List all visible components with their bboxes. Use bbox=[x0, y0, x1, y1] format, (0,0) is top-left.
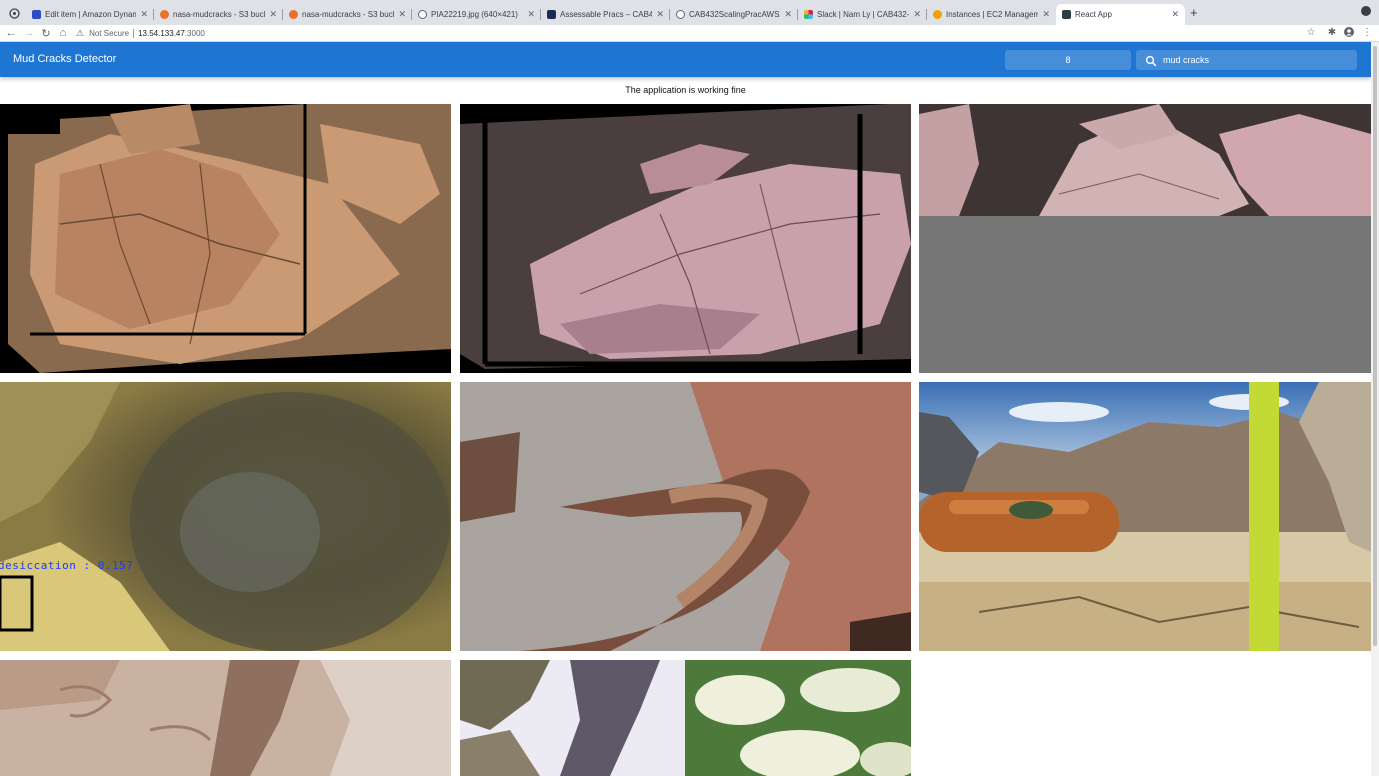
browser-toolbar: ← → ↻ ⌂ ⚠ Not Secure 13.54.133.47:3000 ☆… bbox=[0, 25, 1379, 42]
close-tab-icon[interactable]: ✕ bbox=[656, 9, 664, 20]
new-tab-button[interactable]: + bbox=[1190, 5, 1198, 20]
search-input[interactable] bbox=[1163, 55, 1343, 65]
browser-tab[interactable]: Slack | Nam Ly | CAB432-2021 ✕ bbox=[798, 4, 927, 25]
image-count-input[interactable] bbox=[1005, 50, 1131, 70]
detection-caption: desiccation : 0.157 bbox=[0, 559, 134, 572]
extensions-puzzle-icon[interactable]: ✱ bbox=[1326, 27, 1338, 38]
address-bar[interactable]: ⚠ Not Secure 13.54.133.47:3000 bbox=[76, 26, 1316, 41]
profile-avatar-icon[interactable] bbox=[1343, 27, 1355, 40]
warning-icon[interactable]: ⚠ bbox=[76, 28, 84, 39]
bookmark-star-icon[interactable]: ☆ bbox=[1305, 27, 1317, 38]
close-tab-icon[interactable]: ✕ bbox=[398, 9, 406, 20]
browser-tab[interactable]: Instances | EC2 Management C ✕ bbox=[927, 4, 1056, 25]
kebab-menu-icon[interactable]: ⋮ bbox=[1361, 27, 1373, 38]
page-scrollbar[interactable] bbox=[1371, 42, 1379, 776]
slack-icon bbox=[804, 10, 813, 19]
close-tab-icon[interactable]: ✕ bbox=[784, 9, 792, 20]
globe-icon bbox=[418, 10, 427, 19]
mudcrack-image-3[interactable] bbox=[919, 104, 1371, 373]
forward-arrow-icon[interactable]: → bbox=[22, 27, 36, 39]
home-icon[interactable]: ⌂ bbox=[56, 27, 70, 39]
search-icon bbox=[1145, 54, 1157, 67]
desiccation-detection-image[interactable]: desiccation : 0.157 bbox=[0, 382, 451, 651]
mars-terrain-image[interactable] bbox=[0, 660, 451, 776]
browser-tab-active[interactable]: React App ✕ bbox=[1056, 4, 1185, 25]
pinned-tab-icon[interactable] bbox=[6, 5, 22, 21]
close-tab-icon[interactable]: ✕ bbox=[1171, 9, 1179, 20]
browser-menu-icon[interactable] bbox=[1361, 6, 1371, 16]
search-field[interactable] bbox=[1136, 50, 1357, 70]
field-mudcrack-photo[interactable] bbox=[919, 382, 1371, 651]
close-tab-icon[interactable]: ✕ bbox=[140, 9, 148, 20]
ec2-icon bbox=[933, 10, 942, 19]
reload-icon[interactable]: ↻ bbox=[39, 27, 53, 40]
s3-icon bbox=[289, 10, 298, 19]
browser-tab[interactable]: Edit item | Amazon DynamoDB ✕ bbox=[26, 4, 154, 25]
canvas-icon bbox=[547, 10, 556, 19]
dynamodb-icon bbox=[32, 10, 41, 19]
browser-tab[interactable]: Assessable Pracs – CAB432_2 ✕ bbox=[541, 4, 670, 25]
back-arrow-icon[interactable]: ← bbox=[4, 27, 18, 39]
close-tab-icon[interactable]: ✕ bbox=[913, 9, 921, 20]
browser-tab[interactable]: nasa-mudcracks - S3 bucket ✕ bbox=[283, 4, 412, 25]
react-icon bbox=[1062, 10, 1071, 19]
browser-tab-strip: Edit item | Amazon DynamoDB ✕ nasa-mudcr… bbox=[0, 0, 1379, 25]
close-tab-icon[interactable]: ✕ bbox=[1042, 9, 1050, 20]
browser-tab[interactable]: nasa-mudcracks - S3 bucket ✕ bbox=[154, 4, 283, 25]
close-tab-icon[interactable]: ✕ bbox=[527, 9, 535, 20]
mudcrack-image-1[interactable] bbox=[0, 104, 451, 373]
globe-icon bbox=[676, 10, 685, 19]
close-tab-icon[interactable]: ✕ bbox=[269, 9, 277, 20]
browser-tab[interactable]: CAB432ScalingPracAWS2021 ✕ bbox=[670, 4, 798, 25]
browser-tab[interactable]: PIA22219.jpg (640×421) ✕ bbox=[412, 4, 541, 25]
satellite-terrain-image[interactable] bbox=[460, 660, 911, 776]
status-message: The application is working fine bbox=[625, 85, 746, 95]
mars-dune-image[interactable] bbox=[460, 382, 911, 651]
mudcrack-image-2[interactable] bbox=[460, 104, 911, 373]
s3-icon bbox=[160, 10, 169, 19]
app-title: Mud Cracks Detector bbox=[13, 53, 117, 65]
